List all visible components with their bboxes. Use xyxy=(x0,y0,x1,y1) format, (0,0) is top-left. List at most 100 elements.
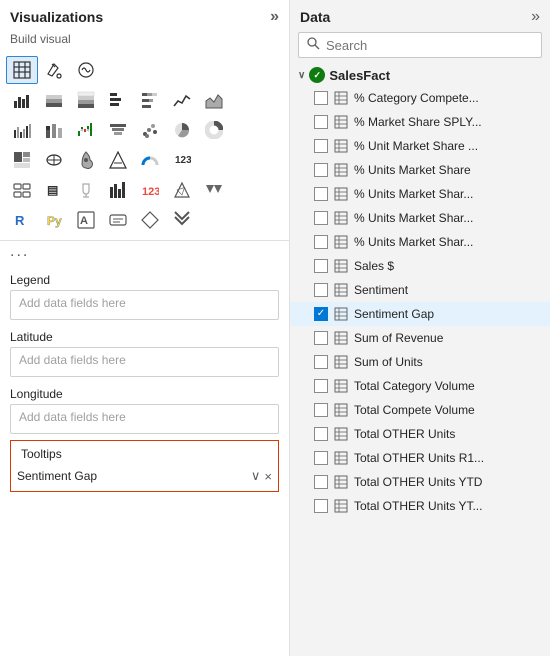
longitude-placeholder: Add data fields here xyxy=(19,410,126,424)
tree-item[interactable]: Total OTHER Units R1... xyxy=(290,446,550,470)
tree-item[interactable]: Sum of Revenue xyxy=(290,326,550,350)
viz-icon-map[interactable] xyxy=(38,146,70,174)
tree-item[interactable]: Sentiment xyxy=(290,278,550,302)
salesfact-group-label: SalesFact xyxy=(329,68,390,83)
viz-icon-area[interactable] xyxy=(198,86,230,114)
latitude-placeholder: Add data fields here xyxy=(19,353,126,367)
tree-group-salesfact[interactable]: ∨ ✓ SalesFact xyxy=(290,64,550,86)
tree-item[interactable]: Sentiment Gap xyxy=(290,302,550,326)
tree-item[interactable]: % Units Market Shar... xyxy=(290,230,550,254)
viz-icon-azure-map[interactable] xyxy=(102,146,134,174)
tooltips-remove-btn[interactable]: × xyxy=(264,469,272,484)
tree-item-checkbox[interactable] xyxy=(314,427,328,441)
field-wells: Legend Add data fields here Latitude Add… xyxy=(0,267,289,656)
tree-item[interactable]: % Category Compete... xyxy=(290,86,550,110)
tree-item[interactable]: % Market Share SPLY... xyxy=(290,110,550,134)
legend-placeholder: Add data fields here xyxy=(19,296,126,310)
svg-text:123: 123 xyxy=(142,186,159,198)
field-type-icon xyxy=(333,163,349,177)
field-type-icon xyxy=(333,259,349,273)
viz-icon-table[interactable] xyxy=(6,56,38,84)
tree-item[interactable]: Sum of Units xyxy=(290,350,550,374)
tree-item-checkbox[interactable] xyxy=(314,259,328,273)
viz-icon-waterfall[interactable] xyxy=(70,116,102,144)
tooltips-box-inner: Sentiment Gap ∨ × xyxy=(11,461,278,491)
viz-icon-bar-100[interactable] xyxy=(70,86,102,114)
viz-icon-get-more[interactable] xyxy=(166,206,198,234)
tree-item-checkbox[interactable] xyxy=(314,235,328,249)
longitude-well: Longitude Add data fields here xyxy=(0,381,289,434)
viz-icon-bar-clustered[interactable] xyxy=(6,86,38,114)
tree-item-checkbox[interactable] xyxy=(314,475,328,489)
tree-item-checkbox[interactable] xyxy=(314,379,328,393)
viz-icon-gauge[interactable] xyxy=(134,146,166,174)
viz-panel-collapse-icon[interactable]: » xyxy=(270,8,279,26)
tree-item-checkbox[interactable] xyxy=(314,163,328,177)
tree-item[interactable]: Sales $ xyxy=(290,254,550,278)
tree-item-label: Total OTHER Units xyxy=(354,427,455,441)
viz-icon-bar-horiz[interactable] xyxy=(102,86,134,114)
tree-item-checkbox[interactable] xyxy=(314,307,328,321)
viz-icon-custom-diamond[interactable] xyxy=(134,206,166,234)
viz-icon-decomp[interactable] xyxy=(166,176,198,204)
viz-icon-bar-group2[interactable] xyxy=(6,116,38,144)
viz-icon-bar-stacked[interactable] xyxy=(38,86,70,114)
viz-icon-more[interactable] xyxy=(198,176,230,204)
viz-more-dots[interactable]: ... xyxy=(0,241,289,267)
tree-item-checkbox[interactable] xyxy=(314,355,328,369)
viz-icon-analytics[interactable] xyxy=(70,56,102,84)
tree-item-checkbox[interactable] xyxy=(314,283,328,297)
viz-icon-number[interactable]: 123 xyxy=(134,176,166,204)
viz-icon-slicer[interactable]: ▤ xyxy=(38,176,70,204)
tree-item-checkbox[interactable] xyxy=(314,91,328,105)
tree-item[interactable]: Total OTHER Units YT... xyxy=(290,494,550,518)
viz-icon-r-visual[interactable]: R xyxy=(6,206,38,234)
viz-icon-funnel[interactable] xyxy=(102,116,134,144)
build-visual-label: Build visual xyxy=(0,30,289,52)
svg-text:R: R xyxy=(15,213,25,228)
field-type-icon xyxy=(333,187,349,201)
tree-item[interactable]: % Units Market Shar... xyxy=(290,182,550,206)
tree-item-checkbox[interactable] xyxy=(314,331,328,345)
viz-icon-trophy[interactable] xyxy=(70,176,102,204)
longitude-drop-box[interactable]: Add data fields here xyxy=(10,404,279,434)
viz-panel-title: Visualizations xyxy=(10,9,103,25)
viz-icon-line[interactable] xyxy=(166,86,198,114)
search-box[interactable] xyxy=(298,32,542,58)
legend-well: Legend Add data fields here xyxy=(0,267,289,320)
viz-icon-bar2[interactable] xyxy=(102,176,134,204)
tree-item-checkbox[interactable] xyxy=(314,139,328,153)
viz-icon-bar-horiz-stacked[interactable] xyxy=(134,86,166,114)
viz-icon-donut[interactable] xyxy=(198,116,230,144)
viz-icon-treemap[interactable] xyxy=(6,146,38,174)
search-input[interactable] xyxy=(326,38,533,53)
legend-drop-box[interactable]: Add data fields here xyxy=(10,290,279,320)
tooltips-value: Sentiment Gap xyxy=(17,469,97,483)
tree-item-checkbox[interactable] xyxy=(314,211,328,225)
tree-item[interactable]: Total Compete Volume xyxy=(290,398,550,422)
tree-item[interactable]: Total OTHER Units xyxy=(290,422,550,446)
latitude-drop-box[interactable]: Add data fields here xyxy=(10,347,279,377)
data-panel-collapse-icon[interactable]: » xyxy=(531,8,540,26)
viz-icon-text-box[interactable]: A xyxy=(70,206,102,234)
viz-icon-paint[interactable] xyxy=(38,56,70,84)
viz-icon-scatter[interactable] xyxy=(134,116,166,144)
tree-item[interactable]: Total Category Volume xyxy=(290,374,550,398)
viz-icon-card-multi[interactable] xyxy=(6,176,38,204)
viz-icon-python[interactable]: Py xyxy=(38,206,70,234)
tree-item-checkbox[interactable] xyxy=(314,451,328,465)
tree-item-checkbox[interactable] xyxy=(314,115,328,129)
viz-icon-ribbon[interactable] xyxy=(38,116,70,144)
tree-item[interactable]: % Units Market Shar... xyxy=(290,206,550,230)
viz-icon-kpi[interactable]: 123 xyxy=(166,146,198,174)
viz-icon-map-filled[interactable] xyxy=(70,146,102,174)
tree-item[interactable]: % Units Market Share xyxy=(290,158,550,182)
tooltips-chevron-btn[interactable]: ∨ xyxy=(251,468,261,484)
viz-icon-pie[interactable] xyxy=(166,116,198,144)
tree-item-checkbox[interactable] xyxy=(314,403,328,417)
viz-icon-smart-narrative[interactable] xyxy=(102,206,134,234)
tree-item-checkbox[interactable] xyxy=(314,187,328,201)
tree-item-checkbox[interactable] xyxy=(314,499,328,513)
tree-item[interactable]: % Unit Market Share ... xyxy=(290,134,550,158)
tree-item[interactable]: Total OTHER Units YTD xyxy=(290,470,550,494)
